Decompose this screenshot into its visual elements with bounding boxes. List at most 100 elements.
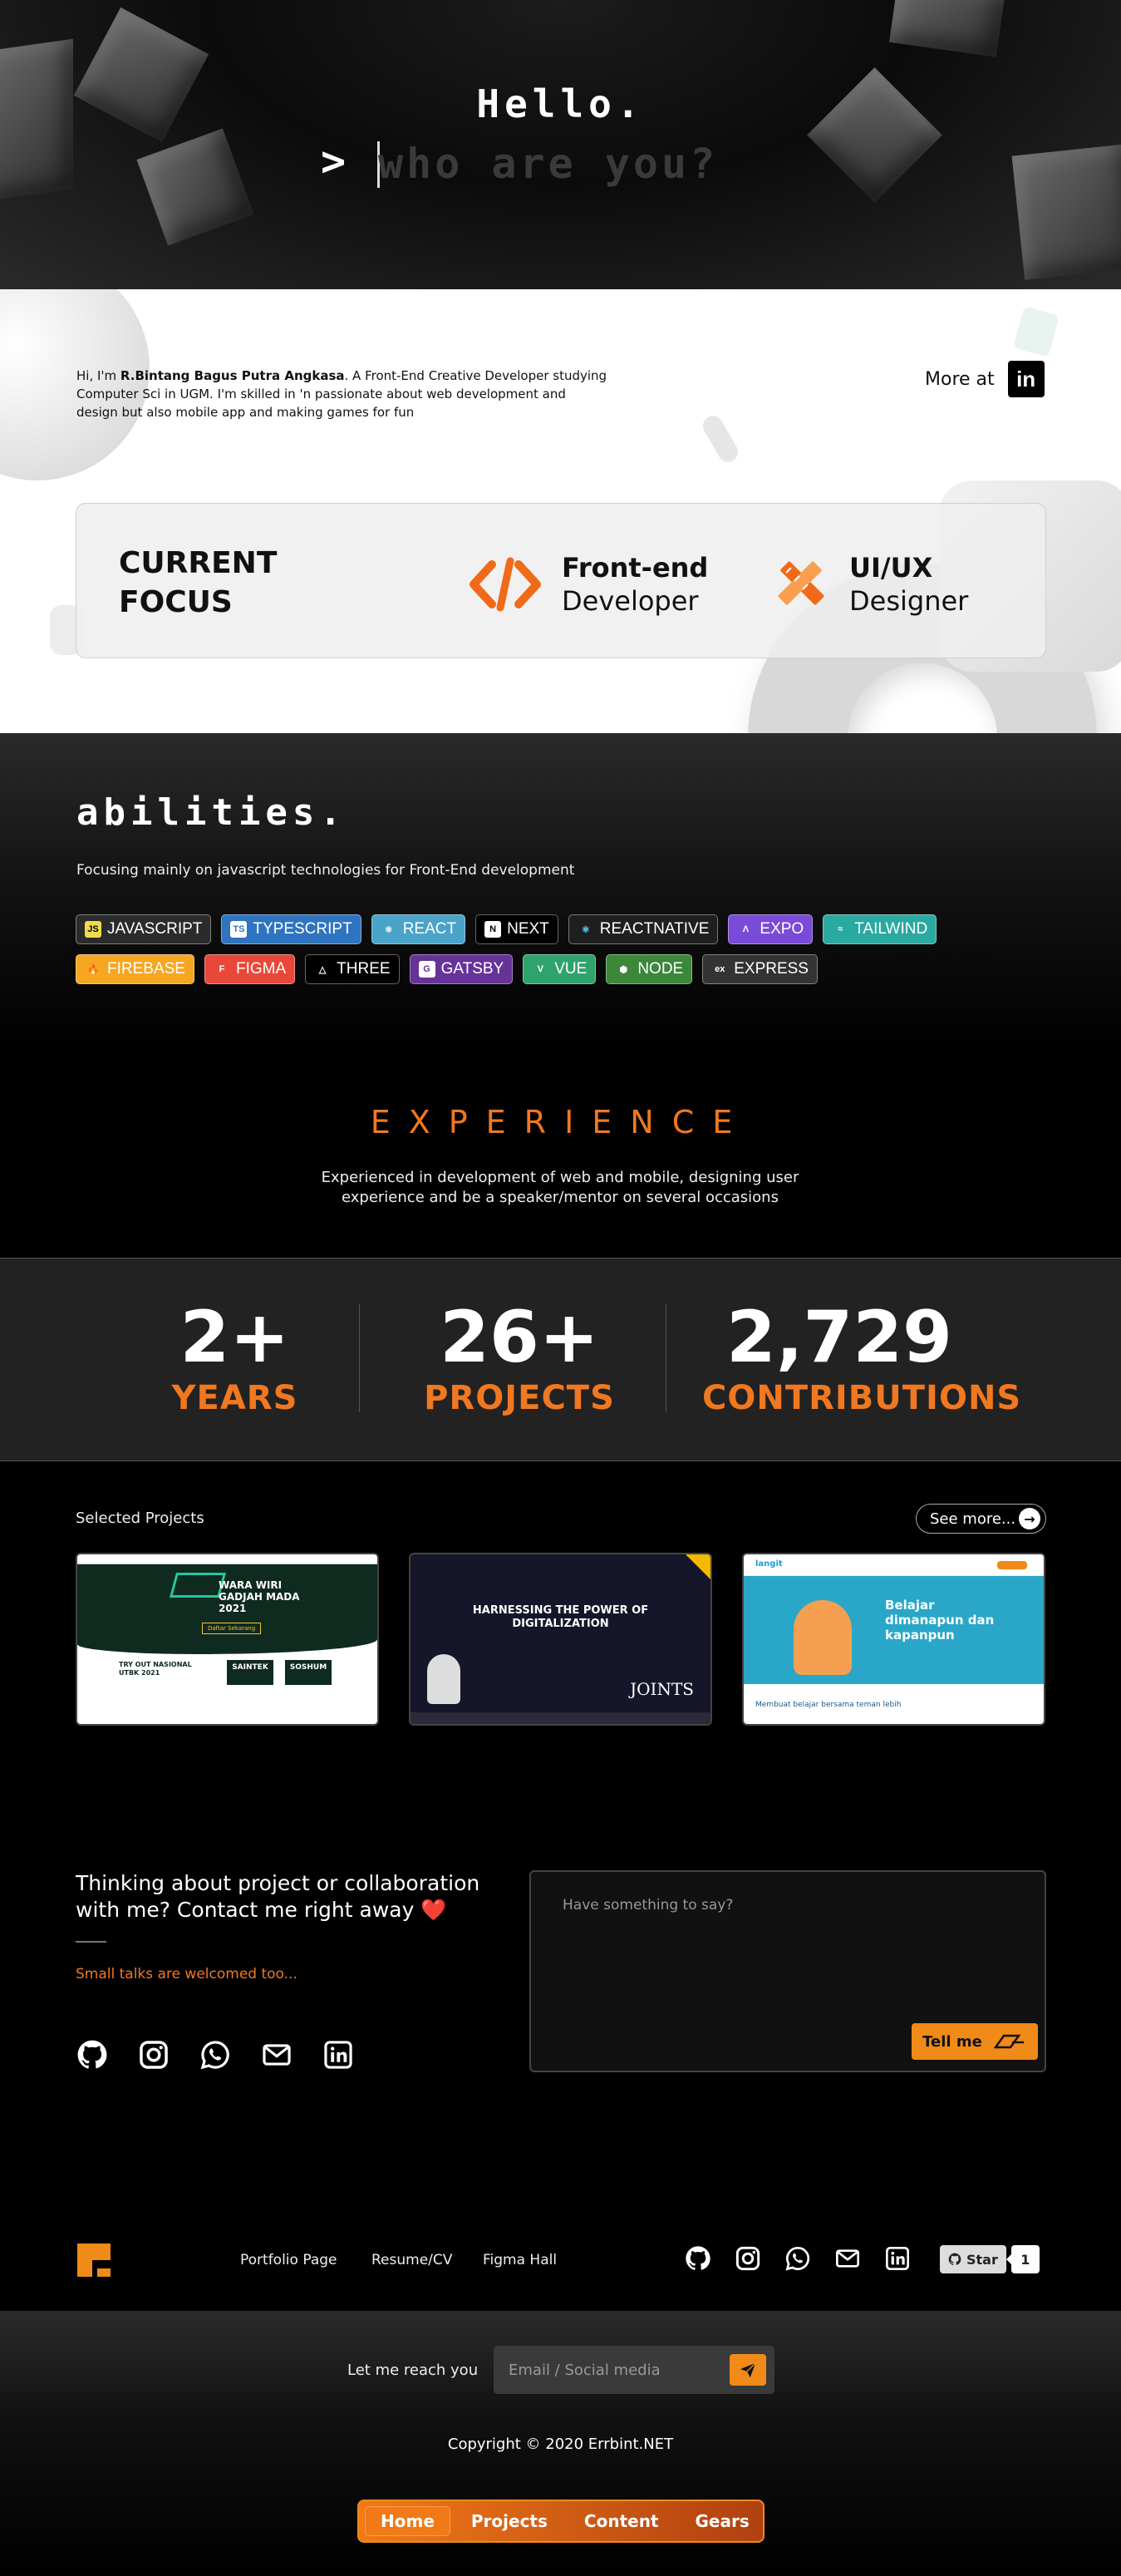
tech-badge-label: TAILWIND [854,920,928,938]
linkedin-icon[interactable]: in [1007,361,1045,397]
github-icon[interactable] [684,2244,712,2273]
current-focus-card: CURRENT FOCUS Front-end Developer UI/UX Des… [76,503,1046,658]
tailwind-icon: ≈ [838,924,843,934]
arrow-right-icon: → [1019,1508,1040,1529]
intro-text: Hi, I'm R.Bintang Bagus Putra Angkasa. A… [76,368,607,420]
tech-badge-three: △ THREE [305,954,400,984]
card-title: WARA WIRI GADJAH MADA 2021 [219,1579,300,1614]
more-label: More at [925,368,995,390]
footer-social-links [684,2244,912,2273]
linkedin-icon[interactable] [322,2038,355,2071]
github-star-button[interactable]: Star [940,2245,1006,2273]
contact-title: Thinking about project or collaboration … [76,1871,480,1922]
tech-badge-label: JAVASCRIPT [107,920,203,938]
mail-icon[interactable] [260,2038,293,2071]
github-star-count[interactable]: 1 [1005,2245,1040,2273]
focus-item-frontend: Front-end Developer [467,551,708,618]
tech-badge-label: REACTNATIVE [599,920,710,938]
tech-badge-gatsby: G GATSBY [409,954,514,984]
copyright: Copyright © 2020 Errbint.NET [447,2436,674,2453]
tell-me-button[interactable]: Tell me [912,2023,1038,2060]
see-more-button[interactable]: See more... → [916,1504,1046,1534]
firebase-icon: 🔥 [87,964,99,975]
prompt-symbol: > [321,137,347,185]
design-tools-icon [771,554,831,614]
focus-item-uiux: UI/UX Designer [771,551,968,618]
bottom-nav: Home Projects Content Gears [357,2500,765,2543]
decor-cube [1011,144,1121,280]
reach-label: Let me reach you [347,2362,479,2379]
javascript-icon: JS [85,921,101,938]
robot-illustration [427,1654,460,1704]
experience-subtitle: Experienced in development of web and mo… [321,1169,799,1206]
instagram-icon[interactable] [734,2244,762,2273]
react-icon: ⚛ [384,924,393,935]
nav-link-resume[interactable]: Resume/CV [371,2252,452,2268]
page: Hello. > who are you? Hi, I'm R.Bintang … [0,0,1121,2576]
logo-graphic [169,1573,227,1598]
social-links [76,2038,355,2071]
name-input[interactable]: who are you? [378,140,718,188]
site-logo[interactable] [76,2242,112,2278]
reactnative-icon: ⚛ [581,924,590,935]
message-box: Tell me [529,1870,1046,2072]
tech-badge-next: N NEXT [475,914,558,944]
bottom-nav-home[interactable]: Home [366,2507,450,2535]
whatsapp-icon[interactable] [784,2244,812,2273]
tech-badge-expo: Λ EXPO [728,914,814,944]
reach-input[interactable] [494,2346,726,2394]
github-star-widget: Star 1 [940,2245,1040,2273]
bottom-nav-content[interactable]: Content [569,2507,674,2535]
next-icon: N [484,921,502,938]
stats-section: 2+ YEARS 26+ PROJECTS 2,729 CONTRIBUTION… [0,1258,1121,1461]
decor-pill [699,412,742,465]
divider [76,1941,106,1943]
code-icon [467,554,543,614]
nav-link-portfolio[interactable]: Portfolio Page [240,2252,337,2268]
vue-icon: V [537,964,543,974]
project-card-langit[interactable]: langit Belajar dimanapun dan kapanpun Me… [742,1553,1045,1726]
decor-gem [1013,306,1060,357]
tech-badge-node: ⬢ NODE [606,954,693,984]
student-illustration [794,1600,852,1675]
tech-badge-label: NODE [637,960,684,978]
instagram-icon[interactable] [137,2038,170,2071]
tech-badge-label: FIGMA [235,960,287,978]
typescript-icon: TS [230,921,248,938]
card-title: Belajar dimanapun dan kapanpun [885,1598,995,1643]
project-card-joints[interactable]: HARNESSING THE POWER OF DIGITALIZATION J… [409,1553,712,1726]
stat-years: 2+ YEARS [171,1296,298,1417]
stat-contributions: 2,729 CONTRIBUTIONS [702,1296,1022,1417]
tech-badge-label: REACT [402,920,457,938]
nav-link-figma-hall[interactable]: Figma Hall [483,2252,557,2268]
selected-projects-heading: Selected Projects [76,1510,204,1527]
linkedin-icon[interactable] [883,2244,912,2273]
project-card-warawiri[interactable]: WARA WIRI GADJAH MADA 2021 Daftar Sekara… [76,1553,379,1726]
tech-badge-label: THREE [337,960,391,978]
github-icon[interactable] [76,2038,109,2071]
card-title: HARNESSING THE POWER OF DIGITALIZATION [472,1604,649,1630]
author-name: R.Bintang Bagus Putra Angkasa [120,368,345,383]
about-section: Hi, I'm R.Bintang Bagus Putra Angkasa. A… [0,289,1121,733]
tech-badge-typescript: TS TYPESCRIPT [221,914,361,944]
mail-icon[interactable] [833,2244,862,2273]
expo-icon: Λ [742,924,750,934]
tech-badges: JS JAVASCRIPT TS TYPESCRIPT ⚛ REACT N NEXT ⚛ REAC… [76,914,990,984]
tech-badge-label: GATSBY [440,960,504,978]
stat-projects: 26+ PROJECTS [424,1296,615,1417]
hero-section: Hello. > who are you? [0,0,1121,289]
footer: Let me reach you Copyright © 2020 Errbin… [0,2311,1121,2576]
tech-badge-reactnative: ⚛ REACTNATIVE [568,914,719,944]
paper-plane-icon [739,2361,757,2379]
bottom-nav-gears[interactable]: Gears [681,2507,765,2535]
more-at-linkedin[interactable]: More at in [925,361,1045,397]
tech-badge-label: NEXT [507,920,549,938]
bottom-nav-projects[interactable]: Projects [456,2507,563,2535]
hero-greeting: Hello. [476,81,645,126]
decor-cube [889,0,1005,57]
whatsapp-icon[interactable] [199,2038,232,2071]
stat-divider [359,1304,360,1412]
node-icon: ⬢ [619,964,628,975]
send-button[interactable] [730,2354,766,2386]
reach-form [494,2346,774,2394]
